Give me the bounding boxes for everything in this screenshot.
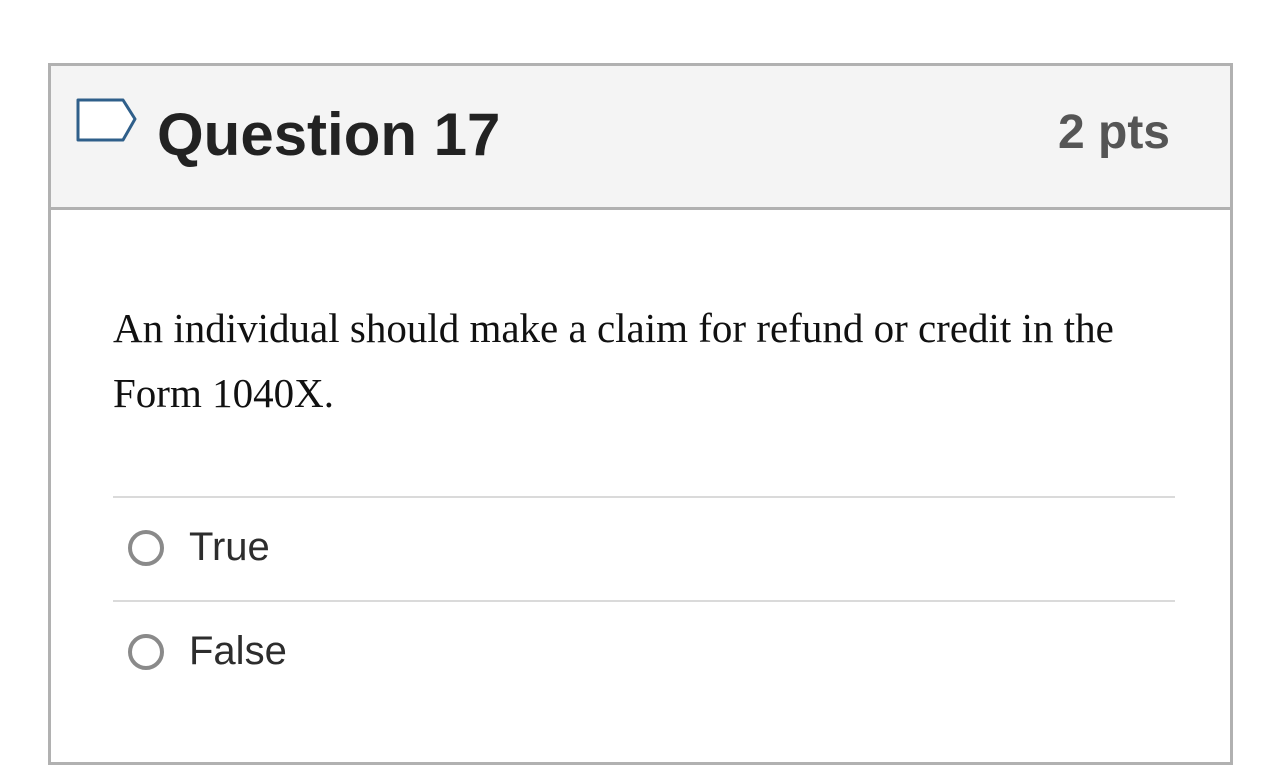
flag-question-icon[interactable] [75,97,139,145]
question-title: Question 17 [157,101,501,168]
answer-list: True False [113,496,1175,704]
answer-option-true[interactable]: True [113,496,1175,600]
question-card: Question 17 2 pts An individual should m… [48,63,1233,765]
answer-label: True [189,525,270,569]
answer-option-false[interactable]: False [113,600,1175,704]
answer-label: False [189,629,287,673]
question-header: Question 17 2 pts [51,66,1230,210]
radio-button[interactable] [128,530,164,566]
question-points: 2 pts [1057,106,1170,159]
radio-button[interactable] [128,634,164,670]
question-text: An individual should make a claim for re… [113,305,1114,416]
